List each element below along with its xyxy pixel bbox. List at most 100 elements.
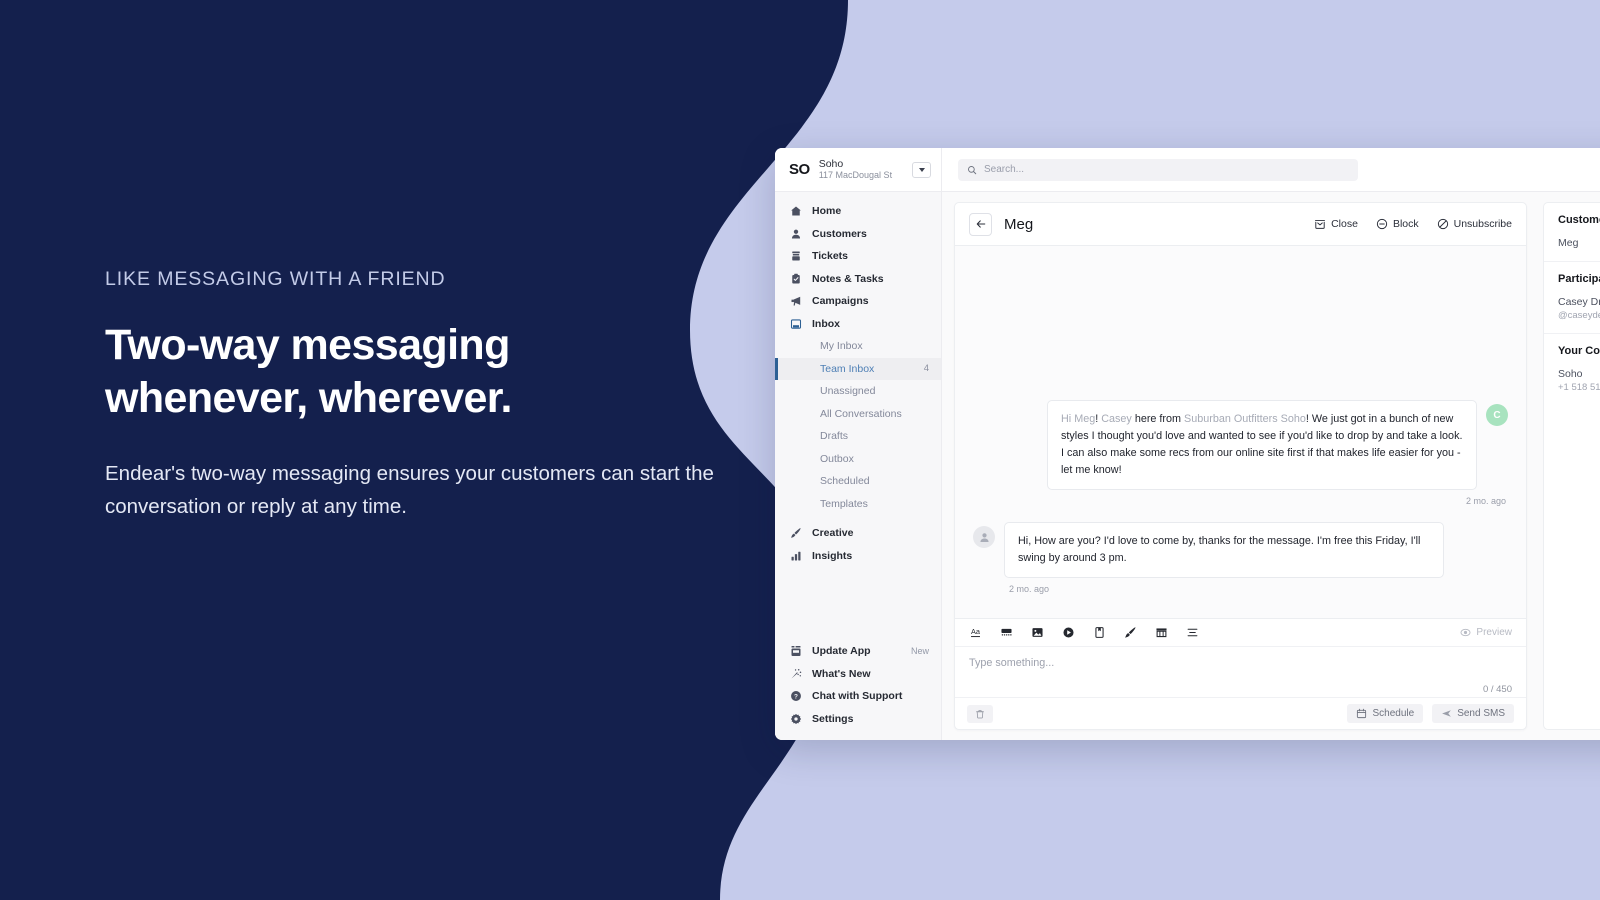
- detail-section-customer: Customer Meg: [1544, 203, 1600, 262]
- conversation-pane: Meg Close Block Unsubscribe Hi Meg! Case…: [942, 192, 1537, 740]
- sidebar-subitem-outbox[interactable]: Outbox: [775, 448, 941, 471]
- sidebar-item-label: Chat with Support: [812, 690, 903, 703]
- sidebar-item-insights[interactable]: Insights: [775, 545, 941, 568]
- promo-heading: Two-way messaging whenever, wherever.: [105, 319, 725, 425]
- composer-input[interactable]: Type something... 0 / 450: [955, 647, 1526, 697]
- search-input[interactable]: Search...: [958, 158, 1358, 181]
- conversation-title: Meg: [1004, 215, 1034, 233]
- detail-heading: Your Co: [1558, 345, 1600, 357]
- block-label: Block: [1392, 218, 1419, 230]
- eye-icon: [1460, 628, 1471, 637]
- brush-icon: [789, 527, 802, 540]
- close-conversation-button[interactable]: Close: [1314, 218, 1358, 230]
- sidebar-item-label: Update App: [812, 645, 871, 658]
- calendar-icon: [1357, 708, 1367, 719]
- brush-icon[interactable]: [1124, 626, 1137, 639]
- text-format-icon[interactable]: Aa: [969, 626, 982, 639]
- sidebar-item-label: Notes & Tasks: [812, 272, 884, 285]
- message-merge-tag: Suburban Outfitters Soho: [1184, 413, 1306, 425]
- sidebar-item-label: Customers: [812, 227, 867, 240]
- sidebar-subitem-scheduled[interactable]: Scheduled: [775, 470, 941, 493]
- unsubscribe-label: Unsubscribe: [1453, 218, 1512, 230]
- sidebar-subitem-my-inbox[interactable]: My Inbox: [775, 335, 941, 358]
- confetti-icon: [789, 667, 802, 680]
- search-placeholder: Search...: [984, 164, 1025, 175]
- sidebar-item-label: Creative: [812, 527, 854, 540]
- sidebar-subitem-all-conversations[interactable]: All Conversations: [775, 403, 941, 426]
- sidebar-subitem-team-inbox[interactable]: Team Inbox 4: [775, 357, 941, 380]
- detail-subvalue: +1 518 516: [1558, 382, 1600, 393]
- sidebar-subitem-drafts[interactable]: Drafts: [775, 425, 941, 448]
- sidebar-item-inbox[interactable]: Inbox: [775, 313, 941, 336]
- send-icon: [1442, 710, 1452, 717]
- back-button[interactable]: [969, 212, 992, 236]
- sidebar-item-update-app[interactable]: Update App New: [775, 640, 941, 663]
- sidebar-subitem-label: Drafts: [820, 430, 849, 443]
- image-icon[interactable]: [1031, 626, 1044, 639]
- message-row-outgoing: Hi Meg! Casey here from Suburban Outfitt…: [973, 400, 1508, 490]
- block-conversation-button[interactable]: Block: [1376, 218, 1419, 230]
- sidebar-item-label: Tickets: [812, 250, 848, 263]
- person-avatar-icon: [979, 532, 989, 542]
- sidebar-subitem-templates[interactable]: Templates: [775, 493, 941, 516]
- sidebar-item-label: Home: [812, 205, 842, 218]
- app-topbar: SO Soho 117 MacDougal St Search...: [775, 148, 1600, 192]
- app-update-icon: [789, 645, 802, 658]
- customer-detail-panel: Customer Meg Participants Casey Dr @case…: [1537, 192, 1600, 740]
- team-inbox-badge: 4: [923, 363, 929, 375]
- sidebar-item-settings[interactable]: Settings: [775, 708, 941, 731]
- gift-card-icon[interactable]: [1000, 626, 1013, 639]
- message-part: here from: [1131, 413, 1185, 425]
- preview-button[interactable]: Preview: [1460, 627, 1512, 638]
- sidebar-item-chat-with-support[interactable]: ? Chat with Support: [775, 685, 941, 708]
- conversation-header: Meg Close Block Unsubscribe: [955, 203, 1526, 246]
- sidebar-item-notes-tasks[interactable]: Notes & Tasks: [775, 268, 941, 291]
- search-icon: [968, 165, 977, 174]
- megaphone-icon: [789, 295, 802, 308]
- sidebar-item-label: Insights: [812, 549, 853, 562]
- sidebar-item-whats-new[interactable]: What's New: [775, 663, 941, 686]
- storefront-icon[interactable]: [1155, 626, 1168, 639]
- unsubscribe-button[interactable]: Unsubscribe: [1437, 218, 1512, 230]
- send-label: Send SMS: [1457, 708, 1505, 719]
- store-logo: SO: [789, 161, 810, 178]
- bar-chart-icon: [789, 549, 802, 562]
- detail-heading: Participants: [1558, 273, 1600, 285]
- sidebar-subitem-unassigned[interactable]: Unassigned: [775, 380, 941, 403]
- store-switcher[interactable]: SO Soho 117 MacDougal St: [775, 148, 942, 191]
- delete-draft-button[interactable]: [967, 704, 993, 723]
- list-icon[interactable]: [1186, 626, 1199, 639]
- message-composer: Aa Preview Type something... 0 / 450 Sch…: [955, 618, 1526, 729]
- detail-value: Meg: [1558, 237, 1579, 249]
- video-icon[interactable]: [1062, 626, 1075, 639]
- sidebar-subitem-label: My Inbox: [820, 340, 863, 353]
- close-label: Close: [1331, 218, 1358, 230]
- message-bubble: Hi, How are you? I'd love to come by, th…: [1004, 522, 1444, 578]
- promo-heading-line-1: Two-way messaging: [105, 321, 510, 369]
- send-sms-button[interactable]: Send SMS: [1432, 704, 1514, 723]
- sidebar-item-creative[interactable]: Creative: [775, 522, 941, 545]
- gear-icon: [789, 712, 802, 725]
- detail-value: Casey Dr: [1558, 296, 1600, 308]
- promo-block: LIKE MESSAGING WITH A FRIEND Two-way mes…: [105, 268, 725, 523]
- sidebar-subitem-label: All Conversations: [820, 407, 902, 420]
- chevron-down-icon[interactable]: [912, 161, 931, 178]
- sidebar-subitem-label: Team Inbox: [820, 362, 875, 375]
- message-bubble: Hi Meg! Casey here from Suburban Outfitt…: [1047, 400, 1477, 490]
- sidebar-item-campaigns[interactable]: Campaigns: [775, 290, 941, 313]
- sidebar-item-customers[interactable]: Customers: [775, 223, 941, 246]
- home-icon: [789, 205, 802, 218]
- character-counter: 0 / 450: [1482, 684, 1512, 695]
- composer-placeholder: Type something...: [969, 657, 1055, 669]
- schedule-label: Schedule: [1372, 708, 1415, 719]
- attachment-icon[interactable]: [1093, 626, 1106, 639]
- schedule-button[interactable]: Schedule: [1347, 704, 1424, 723]
- composer-footer: Schedule Send SMS: [955, 697, 1526, 729]
- sidebar-subitem-label: Scheduled: [820, 475, 870, 488]
- sidebar-item-tickets[interactable]: Tickets: [775, 245, 941, 268]
- sidebar-subitem-label: Outbox: [820, 452, 854, 465]
- sidebar-item-home[interactable]: Home: [775, 200, 941, 223]
- sidebar: Home Customers Tickets Notes & Tasks Cam…: [775, 192, 942, 740]
- app-window: SO Soho 117 MacDougal St Search... Home …: [775, 148, 1600, 740]
- ticket-icon: [789, 250, 802, 263]
